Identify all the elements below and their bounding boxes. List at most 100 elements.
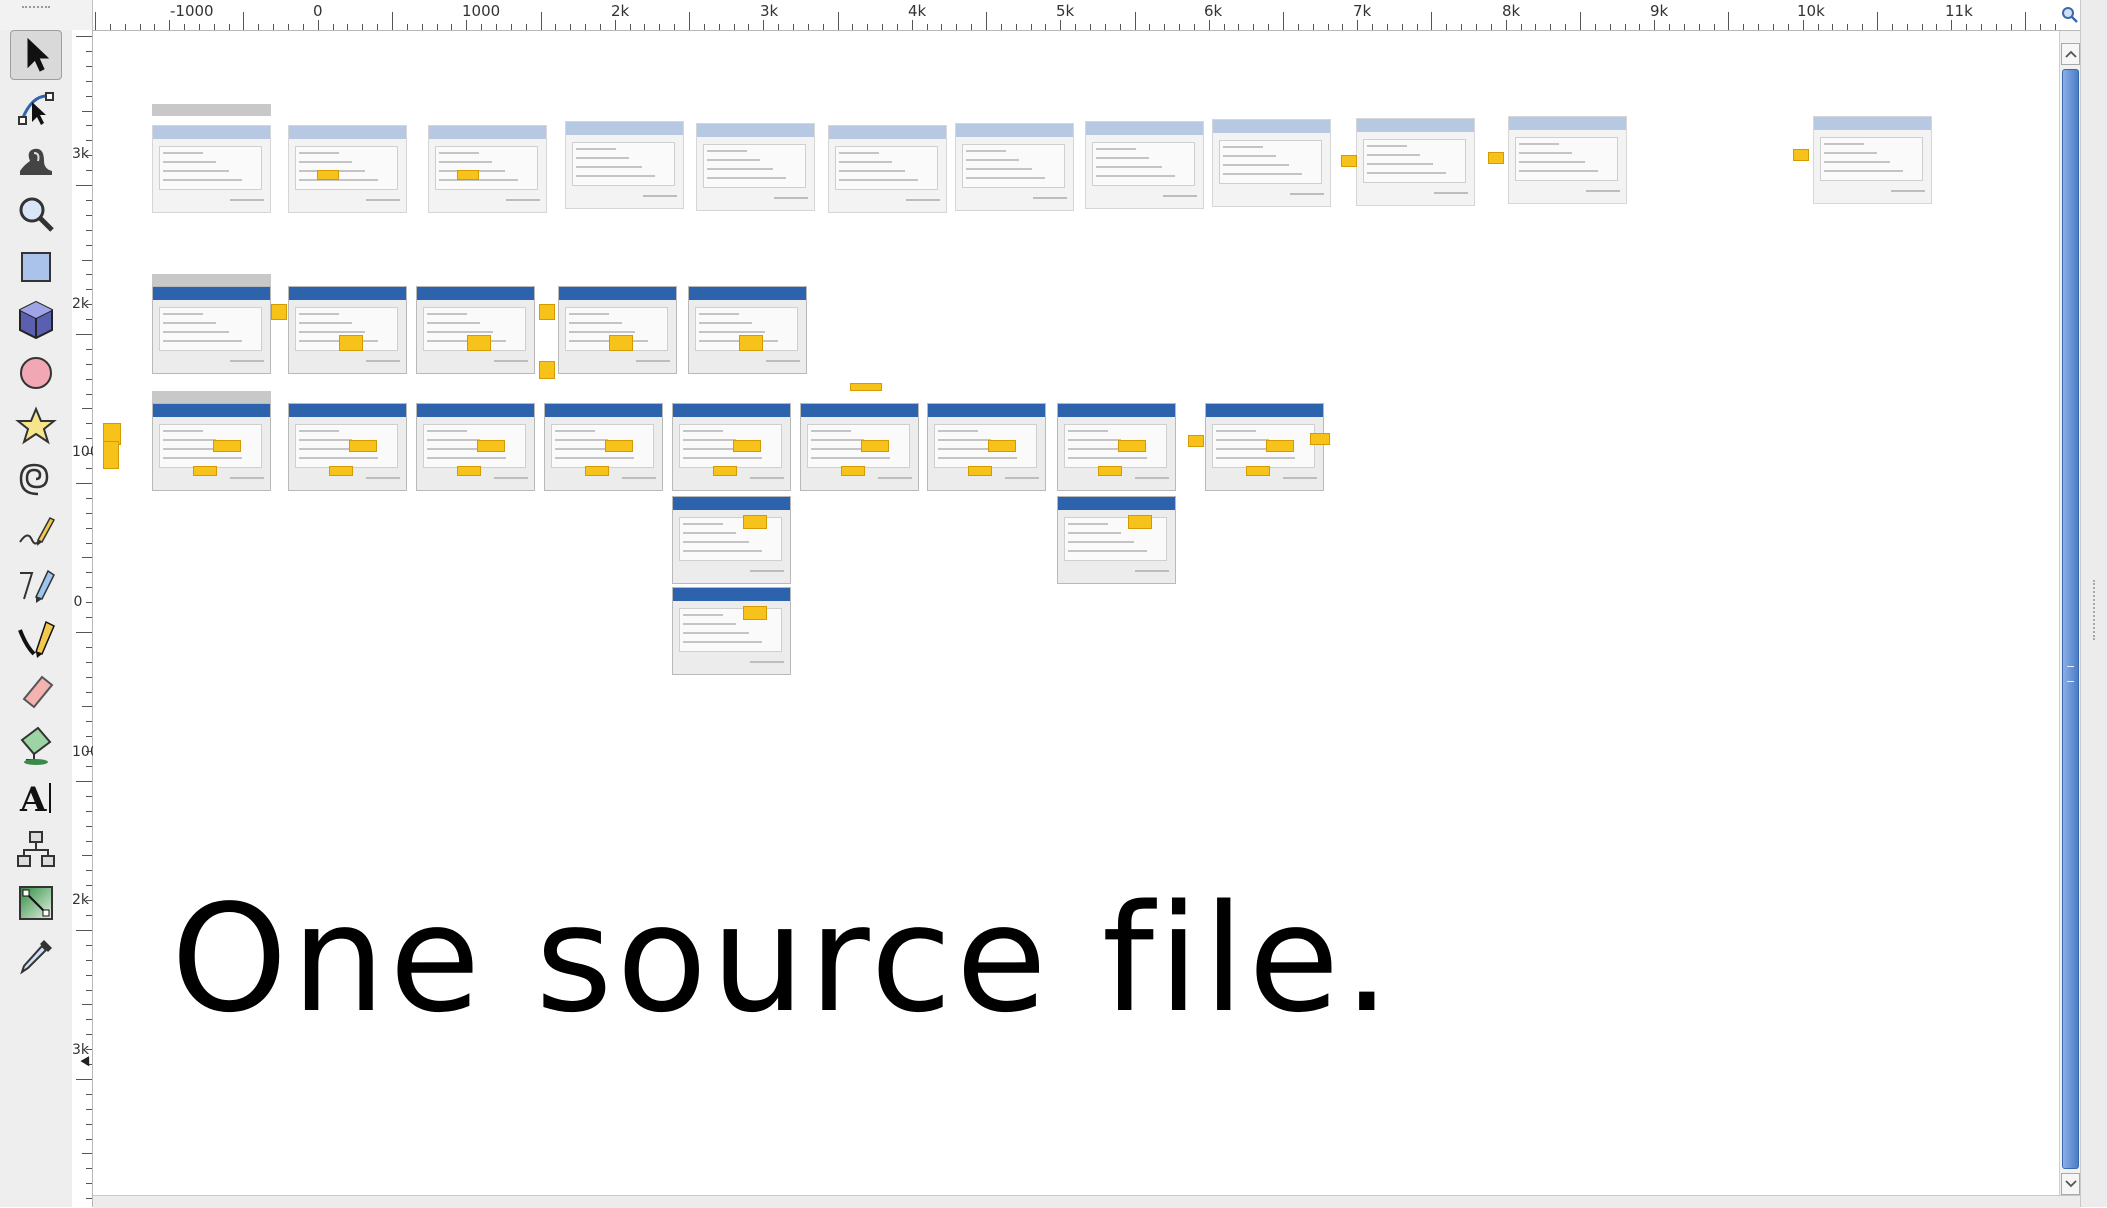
connector-tool[interactable] (10, 825, 62, 875)
screenshot-thumbnail[interactable] (1205, 403, 1324, 491)
thumbnail-text-line (1367, 145, 1407, 147)
thumbnail-buttons (766, 360, 800, 368)
screenshot-thumbnail[interactable] (1057, 403, 1176, 491)
sticky-note (339, 335, 363, 351)
screenshot-thumbnail[interactable] (544, 403, 663, 491)
screenshot-thumbnail[interactable] (672, 496, 791, 584)
ruler-tick (86, 1094, 92, 1095)
spiral-tool[interactable] (10, 454, 62, 504)
ruler-tick (86, 647, 92, 648)
ruler-tick (1298, 24, 1299, 30)
screenshot-thumbnail[interactable] (558, 286, 677, 374)
headline-text[interactable]: One source file. (171, 885, 1394, 1033)
3d-box-tool[interactable] (10, 295, 62, 345)
thumbnail-text-line (938, 439, 991, 441)
ruler-tick (86, 766, 92, 767)
screenshot-thumbnail[interactable] (288, 403, 407, 491)
screenshot-thumbnail[interactable] (152, 286, 271, 374)
vertical-ruler[interactable]: 3k 2k 1000 0 1000 2k 3k (72, 30, 108, 1207)
screenshot-thumbnail[interactable] (288, 125, 407, 213)
screenshot-thumbnail[interactable] (428, 125, 547, 213)
gradient-tool[interactable] (10, 878, 62, 928)
ruler-tick (437, 24, 438, 30)
pencil-tool[interactable] (10, 507, 62, 557)
sticky-note (1793, 149, 1809, 161)
ruler-tick (258, 24, 259, 30)
scroll-down-button[interactable] (2061, 1173, 2080, 1195)
zoom-corner-button[interactable] (2060, 2, 2080, 28)
node-tool[interactable] (10, 83, 62, 133)
screenshot-thumbnail[interactable] (1085, 121, 1204, 209)
screenshot-thumbnail[interactable] (1813, 116, 1932, 204)
ruler-tick (867, 24, 868, 30)
tweak-tool[interactable] (10, 136, 62, 186)
calligraphy-tool[interactable] (10, 613, 62, 663)
ruler-tick (86, 498, 92, 499)
ruler-tick (76, 781, 92, 782)
ruler-tick (392, 12, 393, 30)
paint-bucket-tool[interactable] (10, 719, 62, 769)
screenshot-thumbnail[interactable] (565, 121, 684, 209)
pen-tool[interactable] (10, 560, 62, 610)
chevron-down-icon (2064, 1180, 2077, 1188)
sticky-note (1188, 435, 1204, 447)
screenshot-thumbnail[interactable] (288, 286, 407, 374)
drawing-canvas[interactable]: One source file. (93, 31, 2059, 1195)
screenshot-thumbnail[interactable] (672, 403, 791, 491)
screenshot-thumbnail[interactable] (416, 403, 535, 491)
screenshot-thumbnail[interactable] (1212, 119, 1331, 207)
ruler-tick (1892, 24, 1893, 30)
ruler-label: 1000 (72, 744, 108, 760)
scroll-thumb[interactable] (2062, 69, 2079, 1169)
rectangle-tool[interactable] (10, 242, 62, 292)
thumbnail-text-line (1096, 175, 1175, 177)
horizontal-ruler[interactable]: -1000 0 1000 2k 3k 4k 5k 6k 7k 8k 9k 10k… (0, 0, 2080, 31)
screenshot-thumbnail[interactable] (828, 125, 947, 213)
text-A-icon: A (19, 780, 51, 819)
screenshot-thumbnail[interactable] (927, 403, 1046, 491)
zoom-tool[interactable] (10, 189, 62, 239)
thumbnail-title-bar (153, 287, 270, 300)
screenshot-thumbnail[interactable] (688, 286, 807, 374)
ruler-tick (86, 1139, 92, 1140)
magnifier-icon (2062, 7, 2078, 23)
thumbnail-text-line (569, 322, 622, 324)
sticky-note (457, 466, 481, 476)
scroll-up-button[interactable] (2061, 43, 2080, 65)
eraser-tool[interactable] (10, 666, 62, 716)
screenshot-thumbnail[interactable] (152, 125, 271, 213)
thumbnail-title-bar (559, 287, 676, 300)
ruler-tick (838, 12, 839, 30)
thumbnail-title-bar (289, 287, 406, 300)
dock-handle[interactable] (2080, 0, 2107, 1207)
ellipse-tool[interactable] (10, 348, 62, 398)
ruler-tick (86, 1198, 92, 1199)
screenshot-thumbnail[interactable] (800, 403, 919, 491)
screenshot-thumbnail[interactable] (152, 403, 271, 491)
ruler-tick (229, 24, 230, 30)
screenshot-thumbnail[interactable] (1057, 496, 1176, 584)
screenshot-thumbnail[interactable] (1356, 118, 1475, 206)
thumbnail-text-line (439, 152, 479, 154)
screenshot-thumbnail[interactable] (1508, 116, 1627, 204)
thumbnail-title-bar (1213, 120, 1330, 133)
ruler-tick (1268, 24, 1269, 30)
calligraphy-nib-icon (18, 620, 55, 658)
selector-tool[interactable] (10, 30, 62, 80)
screenshot-thumbnail[interactable] (696, 123, 815, 211)
screenshot-thumbnail[interactable] (955, 123, 1074, 211)
screenshot-thumbnail[interactable] (416, 286, 535, 374)
ruler-tick (1847, 24, 1848, 30)
ruler-tick (971, 24, 972, 30)
ruler-tick (511, 24, 512, 30)
vertical-scrollbar[interactable] (2059, 31, 2081, 1195)
thumbnail-text-line (163, 179, 242, 181)
ruler-tick (481, 24, 482, 30)
ruler-tick (1031, 24, 1032, 30)
dropper-tool[interactable] (10, 931, 62, 981)
thumbnail-text-line (1216, 439, 1269, 441)
star-tool[interactable] (10, 401, 62, 451)
ruler-tick (1818, 24, 1819, 30)
text-tool[interactable]: A (10, 772, 62, 822)
screenshot-thumbnail[interactable] (672, 587, 791, 675)
